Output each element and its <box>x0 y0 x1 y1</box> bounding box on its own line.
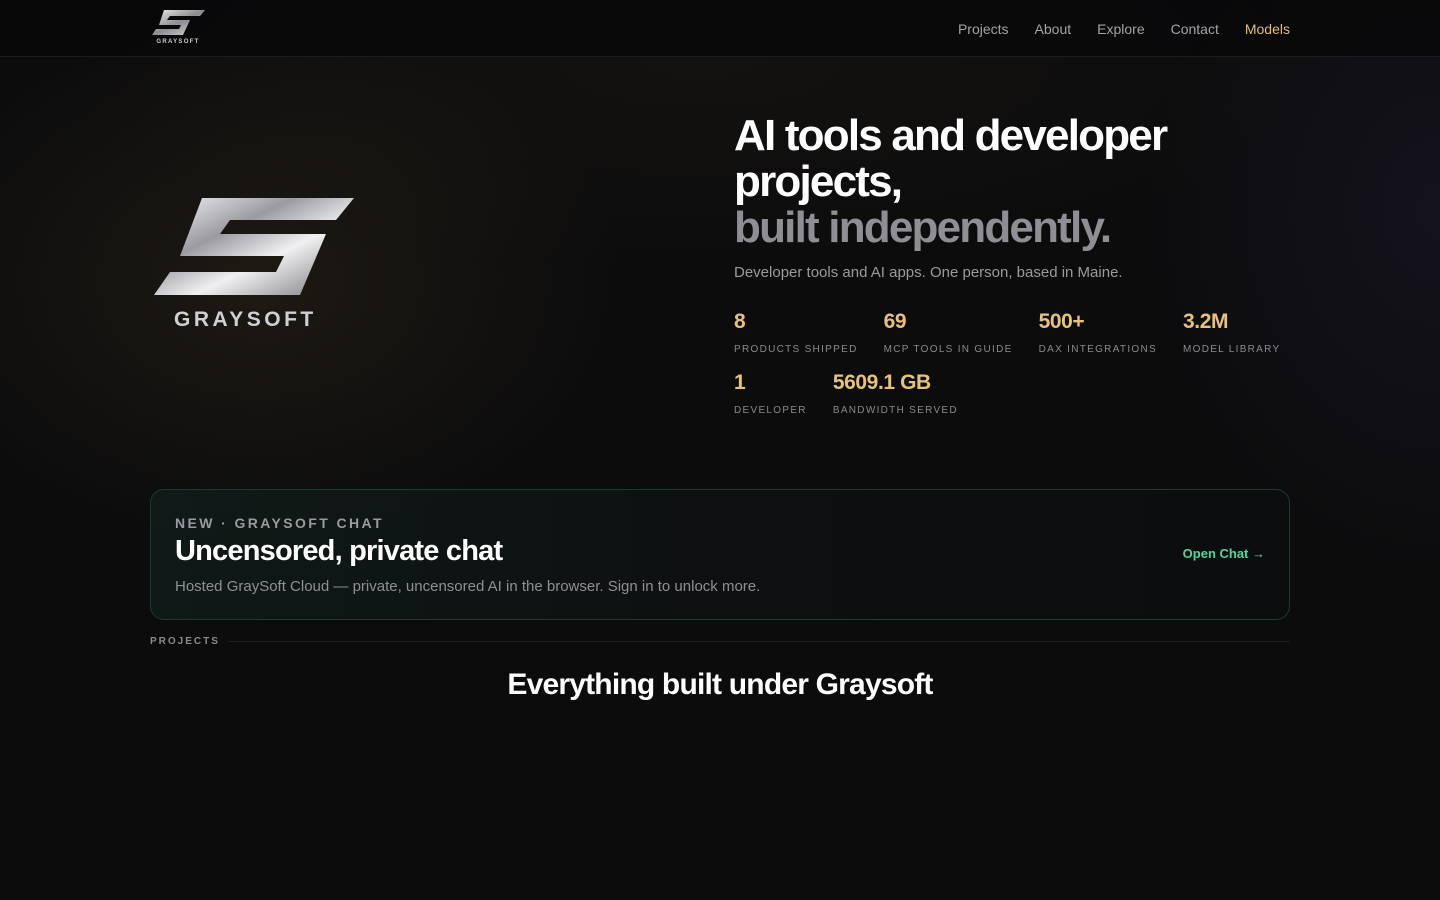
stat-label: Developer <box>734 405 807 416</box>
top-nav: GRAYSOFT Projects About Explore Contact … <box>0 0 1440 57</box>
stat-row-1: 8 Products shipped 69 MCP tools in guide… <box>734 310 1294 355</box>
nav-link-contact[interactable]: Contact <box>1171 21 1219 37</box>
chat-promo-card[interactable]: NEW · GRAYSOFT CHAT Uncensored, private … <box>150 489 1290 620</box>
stat-dax-integrations: 500+ DAX integrations <box>1039 310 1157 355</box>
card-description: Hosted GraySoft Cloud — private, uncenso… <box>175 578 761 595</box>
nav-logo-text: GRAYSOFT <box>156 39 200 45</box>
stat-value: 69 <box>883 310 907 333</box>
projects-title: Everything built under Graysoft <box>507 668 933 701</box>
card-eyebrow: NEW · GRAYSOFT CHAT <box>175 515 384 531</box>
stat-value: 8 <box>734 310 746 333</box>
nav-link-about[interactable]: About <box>1035 21 1072 37</box>
section-divider <box>228 641 1290 642</box>
nav-links: Projects About Explore Contact Models <box>958 0 1290 57</box>
nav-logo[interactable]: GRAYSOFT <box>150 8 206 48</box>
hero-logo-text: GRAYSOFT <box>174 308 317 331</box>
graysoft-large-logo-icon <box>154 198 354 295</box>
stat-bandwidth: 5609.1 GB Bandwidth served <box>833 371 958 416</box>
stat-label: MCP tools in guide <box>883 344 1013 355</box>
graysoft-logo-icon <box>152 10 205 35</box>
hero-title-line2: built independently. <box>734 203 1112 252</box>
stat-label: Model library <box>1182 344 1281 355</box>
stat-mcp-tools: 69 MCP tools in guide <box>884 310 1013 355</box>
stat-label: Bandwidth served <box>832 405 958 416</box>
hero-title-line1: AI tools and developer projects, <box>734 111 1168 206</box>
stat-row-2: 1 Developer 5609.1 GB Bandwidth served <box>734 371 1294 416</box>
open-chat-link[interactable]: Open Chat → <box>1183 546 1265 561</box>
hero-logo: GRAYSOFT <box>150 190 360 340</box>
stat-value: 5609.1 GB <box>832 371 931 394</box>
hero-subtitle: Developer tools and AI apps. One person,… <box>734 264 1123 281</box>
hero-title: AI tools and developer projects, built i… <box>734 113 1294 251</box>
nav-link-models[interactable]: Models <box>1245 21 1290 37</box>
stat-label: DAX integrations <box>1038 344 1157 355</box>
stat-model-library: 3.2M Model library <box>1183 310 1280 355</box>
card-title: Uncensored, private chat <box>175 535 503 567</box>
nav-link-projects[interactable]: Projects <box>958 21 1009 37</box>
stat-value: 3.2M <box>1182 310 1229 333</box>
stat-developer: 1 Developer <box>734 371 807 416</box>
stat-value: 1 <box>734 371 746 394</box>
stat-products-shipped: 8 Products shipped <box>734 310 858 355</box>
stat-value: 500+ <box>1038 310 1085 333</box>
projects-section-label: PROJECTS <box>150 636 220 647</box>
stats: 8 Products shipped 69 MCP tools in guide… <box>734 310 1294 432</box>
nav-link-explore[interactable]: Explore <box>1097 21 1144 37</box>
stat-label: Products shipped <box>734 344 858 355</box>
